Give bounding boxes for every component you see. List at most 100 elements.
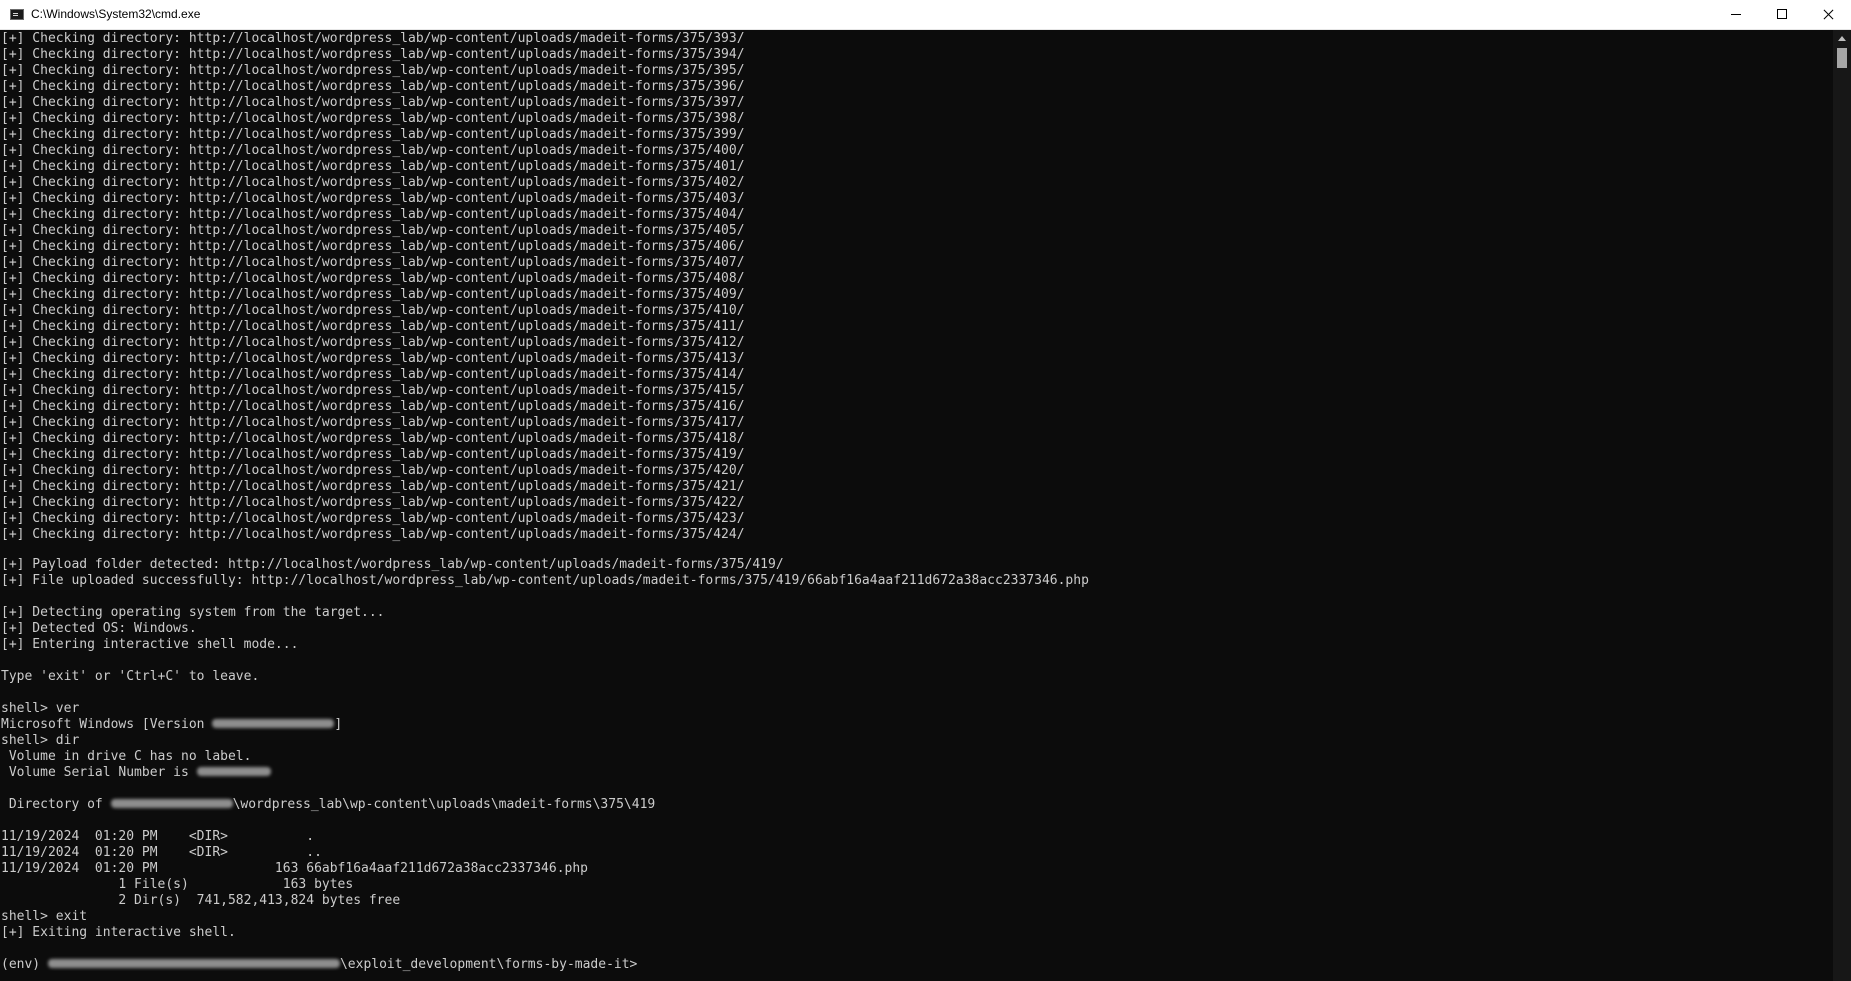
check-prefix: [+] Checking directory:: [1, 479, 189, 494]
prompt-suffix: \exploit_development\forms-by-made-it>: [339, 957, 638, 972]
directory-of-line: Directory of \wordpress_lab\wp-content\u…: [1, 797, 655, 813]
check-url: http://localhost/wordpress_lab/wp-conten…: [188, 319, 745, 334]
check-prefix: [+] Checking directory:: [1, 367, 189, 382]
check-prefix: [+] Checking directory:: [1, 287, 189, 302]
check-prefix: [+] Checking directory:: [1, 351, 189, 366]
directory-of-prefix: Directory of: [1, 797, 111, 812]
check-url: http://localhost/wordpress_lab/wp-conten…: [188, 463, 745, 478]
check-url: http://localhost/wordpress_lab/wp-conten…: [188, 255, 745, 270]
check-url: http://localhost/wordpress_lab/wp-conten…: [188, 191, 745, 206]
version-suffix: ]: [334, 717, 343, 732]
directory-check-line: [+] Checking directory: http://localhost…: [1, 63, 745, 79]
check-prefix: [+] Checking directory:: [1, 303, 189, 318]
directory-check-line: [+] Checking directory: http://localhost…: [1, 319, 745, 335]
shell-command-ver: shell> ver: [1, 701, 80, 716]
payload-folder-line: [+] Payload folder detected: http://loca…: [1, 557, 784, 572]
dir-entry: 11/19/2024 01:20 PM <DIR> ..: [1, 845, 322, 860]
check-prefix: [+] Checking directory:: [1, 383, 189, 398]
directory-check-line: [+] Checking directory: http://localhost…: [1, 303, 745, 319]
check-prefix: [+] Checking directory:: [1, 319, 189, 334]
directory-check-line: [+] Checking directory: http://localhost…: [1, 111, 745, 127]
console-output[interactable]: [+] Checking directory: http://localhost…: [0, 30, 1833, 981]
check-url: http://localhost/wordpress_lab/wp-conten…: [188, 383, 745, 398]
directory-check-line: [+] Checking directory: http://localhost…: [1, 79, 745, 95]
check-url: http://localhost/wordpress_lab/wp-conten…: [188, 159, 745, 174]
check-url: http://localhost/wordpress_lab/wp-conten…: [188, 287, 745, 302]
check-prefix: [+] Checking directory:: [1, 191, 189, 206]
directory-check-line: [+] Checking directory: http://localhost…: [1, 527, 745, 543]
file-uploaded-line: [+] File uploaded successfully: http://l…: [1, 573, 1089, 588]
check-prefix: [+] Checking directory:: [1, 79, 189, 94]
exit-hint-line: Type 'exit' or 'Ctrl+C' to leave.: [1, 669, 260, 684]
directory-check-line: [+] Checking directory: http://localhost…: [1, 207, 745, 223]
window-title: C:\Windows\System32\cmd.exe: [31, 7, 201, 21]
check-url: http://localhost/wordpress_lab/wp-conten…: [188, 415, 745, 430]
directory-check-line: [+] Checking directory: http://localhost…: [1, 415, 745, 431]
check-url: http://localhost/wordpress_lab/wp-conten…: [188, 303, 745, 318]
check-url: http://localhost/wordpress_lab/wp-conten…: [188, 495, 745, 510]
directory-check-line: [+] Checking directory: http://localhost…: [1, 431, 745, 447]
directory-check-line: [+] Checking directory: http://localhost…: [1, 447, 745, 463]
files-summary-line: 1 File(s) 163 bytes: [1, 877, 354, 892]
directory-check-line: [+] Checking directory: http://localhost…: [1, 511, 745, 527]
check-url: http://localhost/wordpress_lab/wp-conten…: [188, 431, 745, 446]
check-prefix: [+] Checking directory:: [1, 127, 189, 142]
dir-entry: 11/19/2024 01:20 PM 163 66abf16a4aaf211d…: [1, 861, 588, 876]
check-url: http://localhost/wordpress_lab/wp-conten…: [188, 175, 745, 190]
check-url: http://localhost/wordpress_lab/wp-conten…: [188, 207, 745, 222]
check-prefix: [+] Checking directory:: [1, 415, 189, 430]
exiting-shell-line: [+] Exiting interactive shell.: [1, 925, 236, 940]
directory-check-line: [+] Checking directory: http://localhost…: [1, 31, 745, 47]
directory-check-line: [+] Checking directory: http://localhost…: [1, 479, 745, 495]
check-prefix: [+] Checking directory:: [1, 63, 189, 78]
check-prefix: [+] Checking directory:: [1, 335, 189, 350]
directory-of-suffix: \wordpress_lab\wp-content\uploads\madeit…: [232, 797, 656, 812]
check-prefix: [+] Checking directory:: [1, 447, 189, 462]
cmd-window: C:\Windows\System32\cmd.exe [+] Checking…: [0, 0, 1851, 981]
directory-check-line: [+] Checking directory: http://localhost…: [1, 127, 745, 143]
volume-label-line: Volume in drive C has no label.: [1, 749, 252, 764]
check-url: http://localhost/wordpress_lab/wp-conten…: [188, 527, 745, 542]
volume-serial-line: Volume Serial Number is: [1, 765, 271, 781]
check-prefix: [+] Checking directory:: [1, 511, 189, 526]
detected-os-line: [+] Detected OS: Windows.: [1, 621, 197, 636]
directory-check-line: [+] Checking directory: http://localhost…: [1, 463, 745, 479]
title-bar[interactable]: C:\Windows\System32\cmd.exe: [0, 0, 1851, 30]
directory-check-line: [+] Checking directory: http://localhost…: [1, 191, 745, 207]
close-button[interactable]: [1805, 0, 1851, 29]
check-url: http://localhost/wordpress_lab/wp-conten…: [188, 271, 745, 286]
check-url: http://localhost/wordpress_lab/wp-conten…: [188, 95, 745, 110]
directory-check-line: [+] Checking directory: http://localhost…: [1, 383, 745, 399]
directory-check-line: [+] Checking directory: http://localhost…: [1, 239, 745, 255]
check-prefix: [+] Checking directory:: [1, 143, 189, 158]
check-url: http://localhost/wordpress_lab/wp-conten…: [188, 367, 745, 382]
directory-check-line: [+] Checking directory: http://localhost…: [1, 271, 745, 287]
check-prefix: [+] Checking directory:: [1, 399, 189, 414]
check-url: http://localhost/wordpress_lab/wp-conten…: [188, 127, 745, 142]
check-url: http://localhost/wordpress_lab/wp-conten…: [188, 335, 745, 350]
directory-check-line: [+] Checking directory: http://localhost…: [1, 351, 745, 367]
check-prefix: [+] Checking directory:: [1, 47, 189, 62]
scroll-up-arrow-icon[interactable]: [1838, 36, 1846, 41]
check-prefix: [+] Checking directory:: [1, 271, 189, 286]
check-prefix: [+] Checking directory:: [1, 31, 189, 46]
redacted-prompt-path: [47, 959, 340, 968]
check-url: http://localhost/wordpress_lab/wp-conten…: [188, 79, 745, 94]
maximize-button[interactable]: [1759, 0, 1805, 29]
command-prompt[interactable]: (env) \exploit_development\forms-by-made…: [1, 957, 637, 973]
directory-check-line: [+] Checking directory: http://localhost…: [1, 367, 745, 383]
check-url: http://localhost/wordpress_lab/wp-conten…: [188, 111, 745, 126]
scroll-thumb[interactable]: [1837, 48, 1847, 68]
check-prefix: [+] Checking directory:: [1, 255, 189, 270]
directory-check-line: [+] Checking directory: http://localhost…: [1, 223, 745, 239]
directory-check-line: [+] Checking directory: http://localhost…: [1, 159, 745, 175]
vertical-scrollbar[interactable]: [1833, 30, 1851, 981]
check-url: http://localhost/wordpress_lab/wp-conten…: [188, 447, 745, 462]
minimize-button[interactable]: [1713, 0, 1759, 29]
cmd-console-icon[interactable]: [10, 9, 24, 20]
redacted-path: [110, 799, 233, 808]
check-url: http://localhost/wordpress_lab/wp-conten…: [188, 63, 745, 78]
dirs-summary-line: 2 Dir(s) 741,582,413,824 bytes free: [1, 893, 401, 908]
redacted-version: [212, 719, 335, 728]
check-url: http://localhost/wordpress_lab/wp-conten…: [188, 511, 745, 526]
